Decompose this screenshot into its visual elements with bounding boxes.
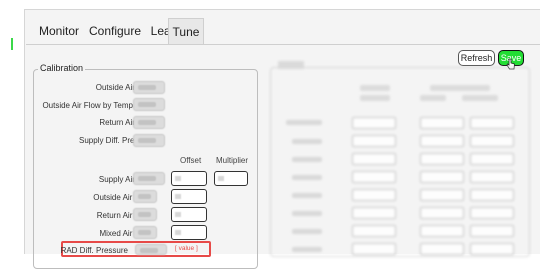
tab-configure[interactable]: Configure xyxy=(84,18,146,44)
tab-bar: Monitor Configure Learn Tune xyxy=(26,18,540,45)
refresh-button[interactable]: Refresh xyxy=(458,50,495,66)
tab-monitor[interactable]: Monitor xyxy=(34,18,84,44)
reading-value xyxy=(133,116,165,129)
tunable-reading xyxy=(133,172,165,185)
offset-input[interactable] xyxy=(171,225,207,240)
tunable-reading xyxy=(135,244,167,255)
reading-value xyxy=(133,81,165,94)
offset-input[interactable] xyxy=(171,171,207,186)
calibration-legend: Calibration xyxy=(38,63,86,73)
reading-label: Outside Air Flow by Temp xyxy=(42,101,133,110)
offset-input[interactable] xyxy=(171,189,207,204)
blurred-table-panel xyxy=(270,61,530,257)
status-indicator xyxy=(11,38,13,50)
reading-value xyxy=(133,98,165,111)
multiplier-input[interactable] xyxy=(214,171,248,186)
reading-value xyxy=(133,134,165,147)
value-placeholder[interactable]: [ value ] xyxy=(175,245,198,252)
tab-tune[interactable]: Tune xyxy=(168,18,204,44)
offset-input[interactable] xyxy=(171,207,207,222)
tunable-reading xyxy=(133,208,157,221)
tunable-reading xyxy=(133,190,157,203)
multiplier-column-header: Multiplier xyxy=(216,156,249,165)
tunable-reading xyxy=(133,226,157,239)
offset-column-header: Offset xyxy=(180,156,202,165)
